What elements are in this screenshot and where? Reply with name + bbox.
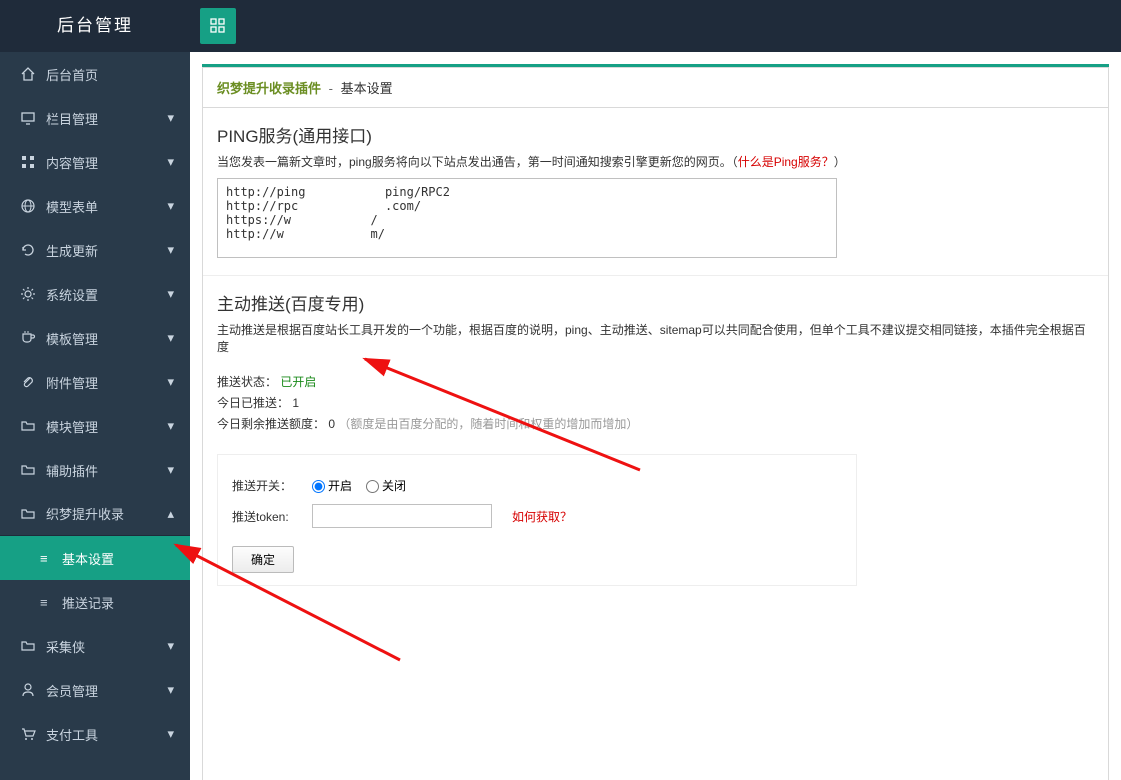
folder-icon	[20, 462, 36, 478]
home-icon	[20, 66, 36, 82]
sidebar-item-generate[interactable]: 生成更新 ▾	[0, 228, 190, 272]
chevron-down-icon: ▾	[167, 462, 174, 478]
sidebar-item-label: 内容管理	[46, 153, 98, 172]
ping-desc: 当您发表一篇新文章时，ping服务将向以下站点发出通告，第一时间通知搜索引擎更新…	[217, 153, 1094, 170]
gear-icon	[20, 286, 36, 302]
sidebar-item-member[interactable]: 会员管理 ▾	[0, 668, 190, 712]
push-status-value: 已开启	[280, 375, 316, 389]
sidebar-item-label: 支付工具	[46, 725, 98, 744]
sidebar-item-system[interactable]: 系统设置 ▾	[0, 272, 190, 316]
sidebar-item-label: 系统设置	[46, 285, 98, 304]
sidebar-item-label: 模型表单	[46, 197, 98, 216]
push-section: 主动推送(百度专用) 主动推送是根据百度站长工具开发的一个功能，根据百度的说明，…	[203, 276, 1108, 600]
grid-icon	[20, 154, 36, 170]
cart-icon	[20, 726, 36, 742]
push-switch-row: 推送开关： 开启 关闭	[232, 477, 842, 494]
sidebar-item-label: 辅助插件	[46, 461, 98, 480]
push-switch-label: 推送开关：	[232, 477, 312, 494]
sidebar-item-template[interactable]: 模板管理 ▾	[0, 316, 190, 360]
sidebar: 后台首页 栏目管理 ▾ 内容管理 ▾ 模型表单 ▾ 生成更新 ▾ 系统设置 ▾	[0, 52, 190, 780]
sidebar-item-attachment[interactable]: 附件管理 ▾	[0, 360, 190, 404]
app-title: 后台管理	[0, 0, 190, 52]
push-switch-on[interactable]: 开启	[312, 477, 352, 494]
paperclip-icon	[20, 374, 36, 390]
breadcrumb-current: 基本设置	[341, 81, 393, 96]
push-switch-off-radio[interactable]	[366, 480, 379, 493]
confirm-button[interactable]: 确定	[232, 546, 294, 573]
chevron-down-icon: ▾	[167, 286, 174, 302]
sidebar-item-content[interactable]: 内容管理 ▾	[0, 140, 190, 184]
folder-icon	[20, 506, 36, 522]
list-icon: ≡	[40, 595, 54, 610]
sidebar-item-label: 模块管理	[46, 417, 98, 436]
folder-icon	[20, 418, 36, 434]
sidebar-subitem-label: 基本设置	[62, 549, 114, 568]
chevron-down-icon: ▾	[167, 682, 174, 698]
push-token-row: 推送token: 如何获取？	[232, 504, 842, 528]
breadcrumb-plugin: 织梦提升收录插件	[217, 81, 321, 96]
sidebar-item-plugin[interactable]: 辅助插件 ▾	[0, 448, 190, 492]
content-area: 织梦提升收录插件 - 基本设置 PING服务(通用接口) 当您发表一篇新文章时，…	[190, 52, 1121, 780]
breadcrumb-sep: -	[329, 81, 333, 96]
push-token-label: 推送token:	[232, 508, 312, 525]
sidebar-item-module[interactable]: 模块管理 ▾	[0, 404, 190, 448]
chevron-down-icon: ▾	[167, 374, 174, 390]
push-remain-line: 今日剩余推送额度： 0 （额度是由百度分配的，随着时间和权重的增加而增加）	[217, 415, 1094, 432]
sidebar-item-label: 采集侠	[46, 637, 85, 656]
folder-icon	[20, 638, 36, 654]
dashboard-grid-button[interactable]	[200, 8, 236, 44]
push-remain-note: （额度是由百度分配的，随着时间和权重的增加而增加）	[338, 417, 638, 431]
chevron-down-icon: ▾	[167, 638, 174, 654]
sidebar-item-label: 会员管理	[46, 681, 98, 700]
topbar: 后台管理	[0, 0, 1121, 52]
ping-section: PING服务(通用接口) 当您发表一篇新文章时，ping服务将向以下站点发出通告…	[203, 108, 1108, 276]
breadcrumb: 织梦提升收录插件 - 基本设置	[203, 68, 1108, 108]
push-desc: 主动推送是根据百度站长工具开发的一个功能，根据百度的说明，ping、主动推送、s…	[217, 321, 1094, 355]
sidebar-item-label: 附件管理	[46, 373, 98, 392]
chevron-down-icon: ▾	[167, 110, 174, 126]
ping-help-link[interactable]: 什么是Ping服务？	[738, 155, 834, 169]
chevron-up-icon: ▴	[167, 506, 174, 522]
ping-title: PING服务(通用接口)	[217, 122, 1094, 147]
push-switch-off[interactable]: 关闭	[366, 477, 406, 494]
sidebar-item-label: 织梦提升收录	[46, 504, 124, 523]
sidebar-item-payment[interactable]: 支付工具 ▾	[0, 712, 190, 756]
chevron-down-icon: ▾	[167, 242, 174, 258]
sidebar-item-label: 模板管理	[46, 329, 98, 348]
sidebar-item-dedecms-index[interactable]: 织梦提升收录 ▴	[0, 492, 190, 536]
sidebar-subitem-log[interactable]: ≡ 推送记录	[0, 580, 190, 624]
monitor-icon	[20, 110, 36, 126]
sidebar-item-label: 栏目管理	[46, 109, 98, 128]
push-status-line: 推送状态： 已开启	[217, 373, 1094, 390]
sidebar-item-model[interactable]: 模型表单 ▾	[0, 184, 190, 228]
sidebar-item-columns[interactable]: 栏目管理 ▾	[0, 96, 190, 140]
push-token-help-link[interactable]: 如何获取？	[512, 508, 572, 525]
push-token-input[interactable]	[312, 504, 492, 528]
globe-icon	[20, 198, 36, 214]
push-today-line: 今日已推送： 1	[217, 394, 1094, 411]
push-switch-on-radio[interactable]	[312, 480, 325, 493]
user-icon	[20, 682, 36, 698]
sidebar-subitem-label: 推送记录	[62, 593, 114, 612]
sidebar-item-home[interactable]: 后台首页	[0, 52, 190, 96]
chevron-down-icon: ▾	[167, 198, 174, 214]
push-title: 主动推送(百度专用)	[217, 290, 1094, 315]
sidebar-item-collector[interactable]: 采集侠 ▾	[0, 624, 190, 668]
grid-icon	[210, 18, 226, 34]
sidebar-item-label: 生成更新	[46, 241, 98, 260]
chevron-down-icon: ▾	[167, 154, 174, 170]
sidebar-item-label: 后台首页	[46, 65, 98, 84]
sidebar-subitem-basic[interactable]: ≡ 基本设置	[0, 536, 190, 580]
chevron-down-icon: ▾	[167, 726, 174, 742]
refresh-icon	[20, 242, 36, 258]
chevron-down-icon: ▾	[167, 418, 174, 434]
cup-icon	[20, 330, 36, 346]
ping-urls-textarea[interactable]	[217, 178, 837, 258]
list-icon: ≡	[40, 551, 54, 566]
push-remain-value: 0	[328, 417, 335, 431]
push-today-value: 1	[292, 396, 299, 410]
chevron-down-icon: ▾	[167, 330, 174, 346]
